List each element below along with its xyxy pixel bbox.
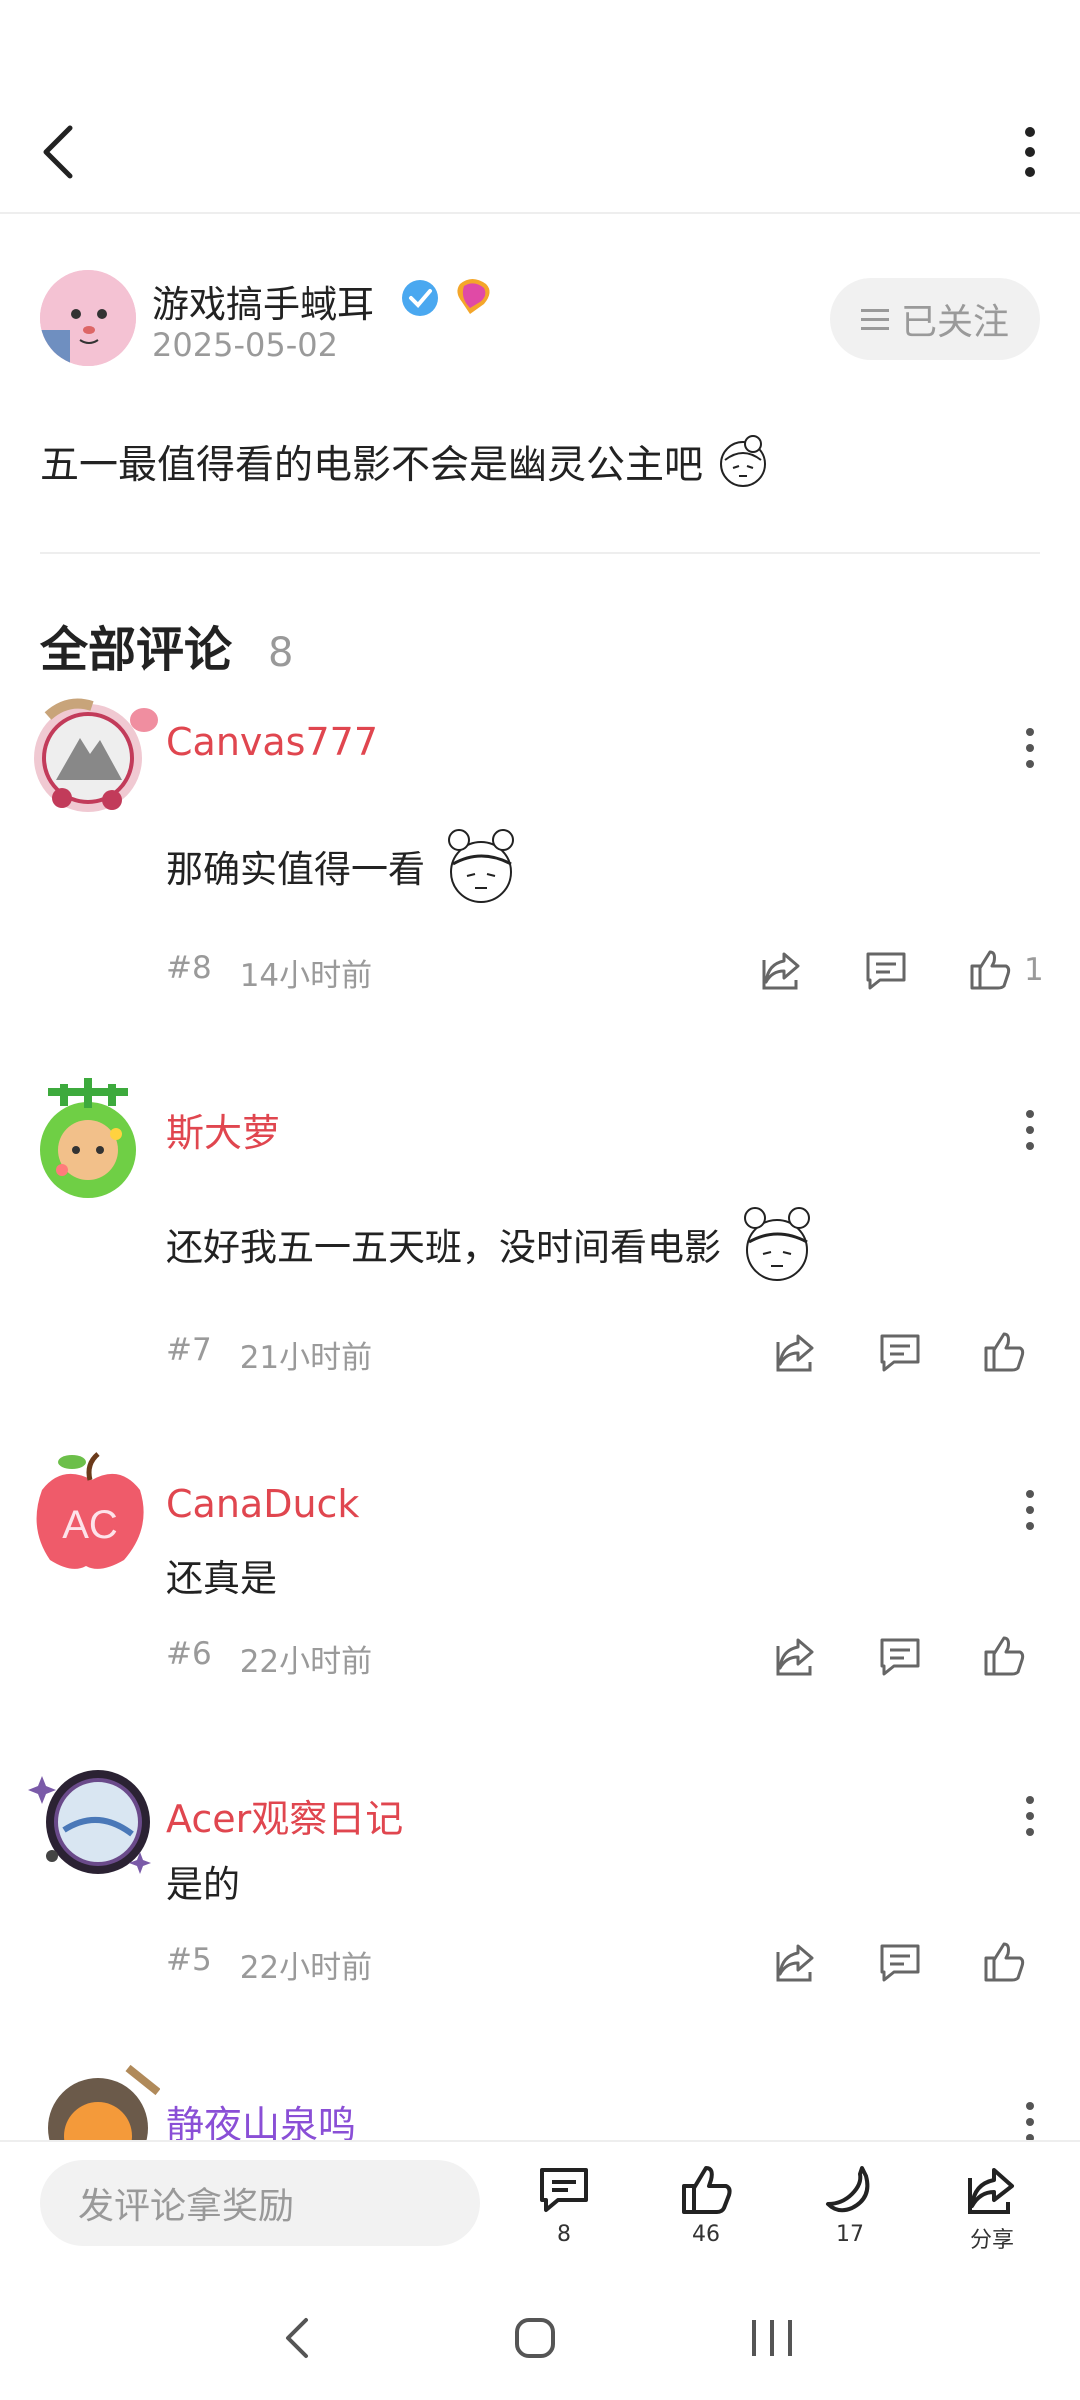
- comment-text: 还好我五一五天班，没时间看电影: [166, 1226, 721, 1269]
- reply-icon[interactable]: [876, 1328, 924, 1376]
- comment-actions: [772, 1328, 1028, 1376]
- comment-content: 那确实值得一看: [166, 818, 537, 914]
- like-icon[interactable]: [966, 946, 1014, 994]
- commenter-name[interactable]: 静夜山泉鸣: [166, 2094, 356, 2140]
- comment-input[interactable]: 发评论拿奖励: [40, 2160, 480, 2246]
- divider: [40, 552, 1040, 554]
- commenter-avatar[interactable]: [28, 688, 160, 820]
- comment-time: 14小时前: [239, 958, 373, 994]
- comment-meta: #5 22小时前: [166, 1942, 372, 1987]
- comments-title: 全部评论: [40, 622, 233, 678]
- comment-content: 还好我五一五天班，没时间看电影: [166, 1196, 833, 1292]
- comment-time: 21小时前: [239, 1340, 373, 1376]
- author-name[interactable]: 游戏搞手蜮耳: [152, 274, 374, 328]
- comment-text: 还真是: [166, 1557, 277, 1600]
- more-vertical-icon[interactable]: [1010, 120, 1050, 184]
- bottom-like-button[interactable]: 46: [656, 2162, 756, 2262]
- menu-lines-icon: [860, 309, 889, 330]
- comment-item: Acer观察日记 是的 #5 22小时前: [0, 1756, 1080, 2016]
- comment-actions: [772, 1938, 1028, 1986]
- share-icon[interactable]: [772, 1632, 820, 1680]
- comments-count: 8: [268, 630, 294, 676]
- share-icon[interactable]: [772, 1938, 820, 1986]
- comment-icon: [540, 2168, 588, 2212]
- back-arrow-icon[interactable]: [30, 120, 94, 184]
- svg-text:AC: AC: [62, 1503, 118, 1547]
- post-content: 五一最值得看的电影不会是幽灵公主吧: [40, 430, 775, 494]
- follow-button[interactable]: 已关注: [830, 278, 1040, 360]
- more-vertical-icon[interactable]: [1018, 1486, 1042, 1534]
- system-back-icon[interactable]: [270, 2308, 330, 2368]
- comment-count-label: 8: [557, 2222, 571, 2247]
- comments-header: 全部评论 8: [40, 610, 293, 680]
- comment-text: 是的: [166, 1863, 240, 1906]
- comment-item: 静夜山泉鸣: [0, 2062, 1080, 2140]
- commenter-avatar[interactable]: AC: [28, 1450, 160, 1582]
- like-icon[interactable]: [980, 1328, 1028, 1376]
- commenter-avatar[interactable]: [28, 1756, 160, 1888]
- commenter-avatar[interactable]: [28, 1070, 160, 1202]
- comment-meta: #6 22小时前: [166, 1636, 372, 1681]
- comment-text: 那确实值得一看: [166, 848, 425, 891]
- sticker-icon: [744, 1207, 810, 1281]
- system-recents-icon[interactable]: [742, 2308, 802, 2368]
- sticker-icon: [720, 435, 767, 487]
- like-count-label: 46: [692, 2222, 720, 2247]
- reply-icon[interactable]: [876, 1632, 924, 1680]
- status-bar: [0, 0, 1080, 90]
- more-vertical-icon[interactable]: [1018, 1792, 1042, 1840]
- reply-icon[interactable]: [862, 946, 910, 994]
- share-icon[interactable]: [772, 1328, 820, 1376]
- share-label: 分享: [969, 2228, 1014, 2253]
- commenter-name[interactable]: Canvas777: [166, 720, 378, 764]
- comment-actions: [772, 1632, 1028, 1680]
- comment-floor: #5: [166, 1942, 212, 1978]
- like-icon: [682, 2166, 732, 2214]
- commenter-avatar[interactable]: [28, 2062, 160, 2140]
- more-vertical-icon[interactable]: [1018, 1106, 1042, 1154]
- comment-time: 22小时前: [239, 1950, 373, 1986]
- comment-floor: #6: [166, 1636, 212, 1672]
- system-navigation-bar: [0, 2264, 1080, 2400]
- share-icon[interactable]: [758, 946, 806, 994]
- sticker-icon: [448, 829, 514, 903]
- comment-item: 斯大萝 还好我五一五天班，没时间看电影 #7 21小时前: [0, 1070, 1080, 1400]
- commenter-name[interactable]: CanaDuck: [166, 1482, 359, 1526]
- top-navbar: [0, 90, 1080, 214]
- share-icon: [968, 2168, 1014, 2214]
- comment-item: Canvas777 那确实值得一看 #8 14小时前 1: [0, 688, 1080, 1018]
- banana-icon: [826, 2166, 870, 2213]
- post-date: 2025-05-02: [152, 326, 338, 364]
- comment-meta: #7 21小时前: [166, 1332, 372, 1377]
- bottom-favorite-button[interactable]: 17: [800, 2162, 900, 2262]
- author-avatar[interactable]: [40, 270, 136, 366]
- like-icon[interactable]: [980, 1632, 1028, 1680]
- more-vertical-icon[interactable]: [1018, 724, 1042, 772]
- comment-floor: #8: [166, 950, 212, 986]
- comment-content: 还真是: [166, 1548, 277, 1602]
- commenter-name[interactable]: Acer观察日记: [166, 1788, 403, 1843]
- reply-icon[interactable]: [876, 1938, 924, 1986]
- bottom-comment-button[interactable]: 8: [514, 2162, 614, 2262]
- favorite-count-label: 17: [836, 2222, 864, 2247]
- comment-meta: #8 14小时前: [166, 950, 372, 995]
- follow-label: 已关注: [900, 302, 1009, 343]
- commenter-name[interactable]: 斯大萝: [166, 1102, 280, 1157]
- comment-actions: 1: [758, 946, 1044, 994]
- comment-floor: #7: [166, 1332, 212, 1368]
- like-icon[interactable]: [980, 1938, 1028, 1986]
- comment-time: 22小时前: [239, 1644, 373, 1680]
- comment-content: 是的: [166, 1854, 240, 1908]
- like-count: 1: [1024, 952, 1044, 988]
- more-vertical-icon[interactable]: [1018, 2098, 1042, 2140]
- system-home-icon[interactable]: [505, 2308, 565, 2368]
- verified-badge-icon: [402, 279, 490, 316]
- bottom-action-bar: 发评论拿奖励 8 46 17 分享: [0, 2140, 1080, 2264]
- bottom-share-button[interactable]: 分享: [942, 2162, 1042, 2262]
- post-text: 五一最值得看的电影不会是幽灵公主吧: [40, 443, 704, 488]
- post-author: 游戏搞手蜮耳 2025-05-02 已关注: [40, 270, 1040, 370]
- comment-item: AC CanaDuck 还真是 #6 22小时前: [0, 1450, 1080, 1710]
